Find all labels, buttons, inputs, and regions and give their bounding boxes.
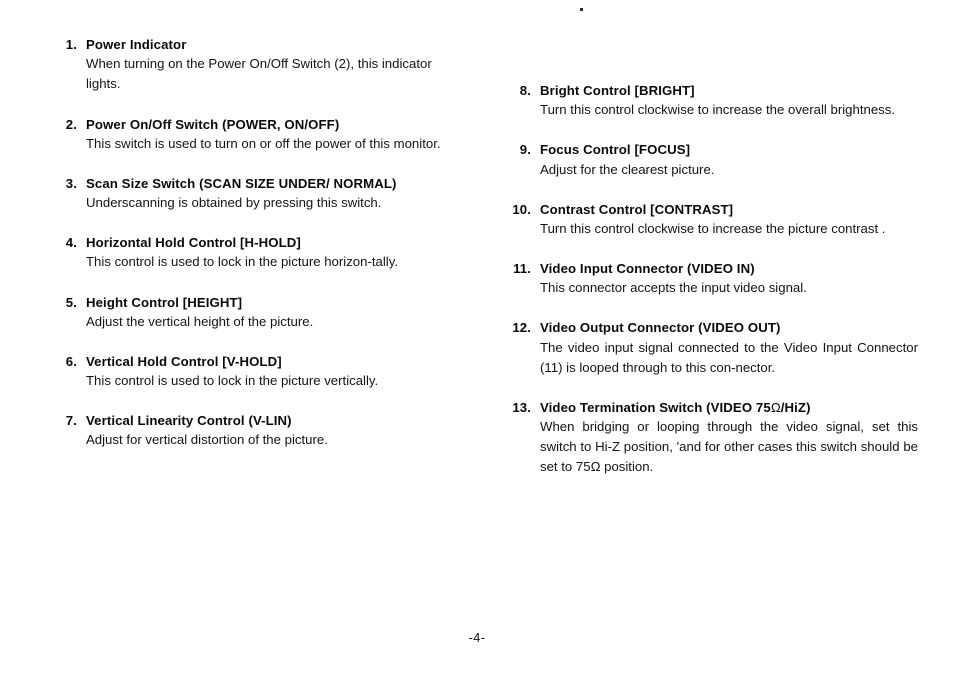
entry-heading: 12. Video Output Connector (VIDEO OUT) xyxy=(506,319,918,336)
manual-page: 1. Power Indicator When turning on the P… xyxy=(0,0,954,679)
entry-heading-text: Scan Size Switch (SCAN SIZE UNDER/ NORMA… xyxy=(86,175,397,191)
entry-heading-text: Horizontal Hold Control [H-HOLD] xyxy=(86,235,301,251)
list-item: 11. Video Input Connector (VIDEO IN) Thi… xyxy=(506,260,918,298)
entry-heading: 6. Vertical Hold Control [V-HOLD] xyxy=(52,353,464,370)
entry-body: This switch is used to turn on or off th… xyxy=(86,135,441,151)
entry-body: When bridging or looping through the vid… xyxy=(506,417,918,478)
entry-number: 5. xyxy=(65,294,77,310)
entry-heading: 3. Scan Size Switch (SCAN SIZE UNDER/ NO… xyxy=(52,175,464,192)
entry-number: 12. xyxy=(512,320,531,336)
entry-heading-text: Video Input Connector (VIDEO IN) xyxy=(540,261,755,277)
entry-body: This control is used to lock in the pict… xyxy=(86,373,379,389)
entry-body: Adjust the vertical height of the pictur… xyxy=(86,313,314,329)
entry-heading: 5. Height Control [HEIGHT] xyxy=(52,294,464,311)
list-item: 2. Power On/Off Switch (POWER, ON/OFF) T… xyxy=(52,116,464,154)
list-item: 3. Scan Size Switch (SCAN SIZE UNDER/ NO… xyxy=(52,175,464,213)
entry-heading-text: Focus Control [FOCUS] xyxy=(540,142,691,158)
entry-body: This control is used to lock in the pict… xyxy=(86,254,398,270)
entry-heading-text: Power Indicator xyxy=(86,37,187,52)
list-item: 12. Video Output Connector (VIDEO OUT) T… xyxy=(506,319,918,378)
entry-heading-text-suffix: /HiZ) xyxy=(780,399,811,415)
entry-heading-text: Power On/Off Switch (POWER, ON/OFF) xyxy=(86,116,340,132)
entry-heading: 11. Video Input Connector (VIDEO IN) xyxy=(506,260,918,277)
entry-heading-text: Vertical Linearity Control (V-LIN) xyxy=(86,413,292,429)
entry-heading: 8. Bright Control [BRIGHT] xyxy=(506,82,918,99)
ohm-symbol-body: Ω xyxy=(590,459,601,475)
entry-number: 7. xyxy=(65,413,77,429)
entry-body: Turn this control clockwise to increase … xyxy=(540,220,886,236)
entry-number: 11. xyxy=(513,261,531,277)
entry-heading-text: Video Output Connector (VIDEO OUT) xyxy=(540,320,781,336)
ohm-symbol-heading: Ω xyxy=(770,399,781,415)
entry-heading-text: Vertical Hold Control [V-HOLD] xyxy=(86,353,282,369)
entry-number: 9. xyxy=(519,142,531,158)
entry-heading: 9. Focus Control [FOCUS] xyxy=(506,141,918,158)
entry-body: When turning on the Power On/Off Switch … xyxy=(86,56,432,92)
entry-number: 4. xyxy=(65,235,77,251)
entry-number: 8. xyxy=(519,83,531,98)
list-item: 10. Contrast Control [CONTRAST] Turn thi… xyxy=(506,201,918,239)
entry-number: 3. xyxy=(65,175,77,191)
list-item: 1. Power Indicator When turning on the P… xyxy=(52,36,464,95)
entry-heading: 4. Horizontal Hold Control [H-HOLD] xyxy=(52,234,464,251)
list-item: 7. Vertical Linearity Control (V-LIN) Ad… xyxy=(52,412,464,450)
entry-heading-text: Contrast Control [CONTRAST] xyxy=(540,201,734,217)
entry-number: 2. xyxy=(65,116,77,132)
entry-number: 13. xyxy=(512,399,531,415)
scan-artifact-dot xyxy=(580,8,583,11)
list-item: 9. Focus Control [FOCUS] Adjust for the … xyxy=(506,141,918,179)
entry-number: 1. xyxy=(65,37,77,52)
list-item: 5. Height Control [HEIGHT] Adjust the ve… xyxy=(52,294,464,332)
entry-body: The video input signal connected to the … xyxy=(540,339,918,375)
entry-heading: 2. Power On/Off Switch (POWER, ON/OFF) xyxy=(52,116,464,133)
entry-heading-text-prefix: Video Termination Switch (VIDEO 75 xyxy=(540,399,771,415)
entry-heading-text: Height Control [HEIGHT] xyxy=(86,294,243,310)
entry-number: 6. xyxy=(65,353,77,369)
entry-body-part2: position. xyxy=(600,459,654,475)
list-item: 4. Horizontal Hold Control [H-HOLD] This… xyxy=(52,234,464,272)
right-column: 8. Bright Control [BRIGHT] Turn this con… xyxy=(506,82,918,478)
entry-body: This connector accepts the input video s… xyxy=(540,280,807,296)
entry-body: Adjust for the clearest picture. xyxy=(540,161,715,177)
entry-heading: 10. Contrast Control [CONTRAST] xyxy=(506,201,918,218)
entry-body: Turn this control clockwise to increase … xyxy=(540,102,895,118)
entry-body: Underscanning is obtained by pressing th… xyxy=(86,195,382,211)
left-column: 1. Power Indicator When turning on the P… xyxy=(52,36,464,451)
entry-number: 10. xyxy=(512,201,531,217)
entry-body: Adjust for vertical distortion of the pi… xyxy=(86,432,328,448)
list-item: 6. Vertical Hold Control [V-HOLD] This c… xyxy=(52,353,464,391)
entry-heading-text: Bright Control [BRIGHT] xyxy=(540,83,695,98)
list-item: 13. Video Termination Switch (VIDEO 75Ω/… xyxy=(506,399,918,478)
entry-heading: 13. Video Termination Switch (VIDEO 75Ω/… xyxy=(506,399,918,416)
entry-heading: 1. Power Indicator xyxy=(52,36,464,53)
list-item: 8. Bright Control [BRIGHT] Turn this con… xyxy=(506,82,918,120)
page-number: -4- xyxy=(468,630,486,645)
entry-heading: 7. Vertical Linearity Control (V-LIN) xyxy=(52,412,464,429)
